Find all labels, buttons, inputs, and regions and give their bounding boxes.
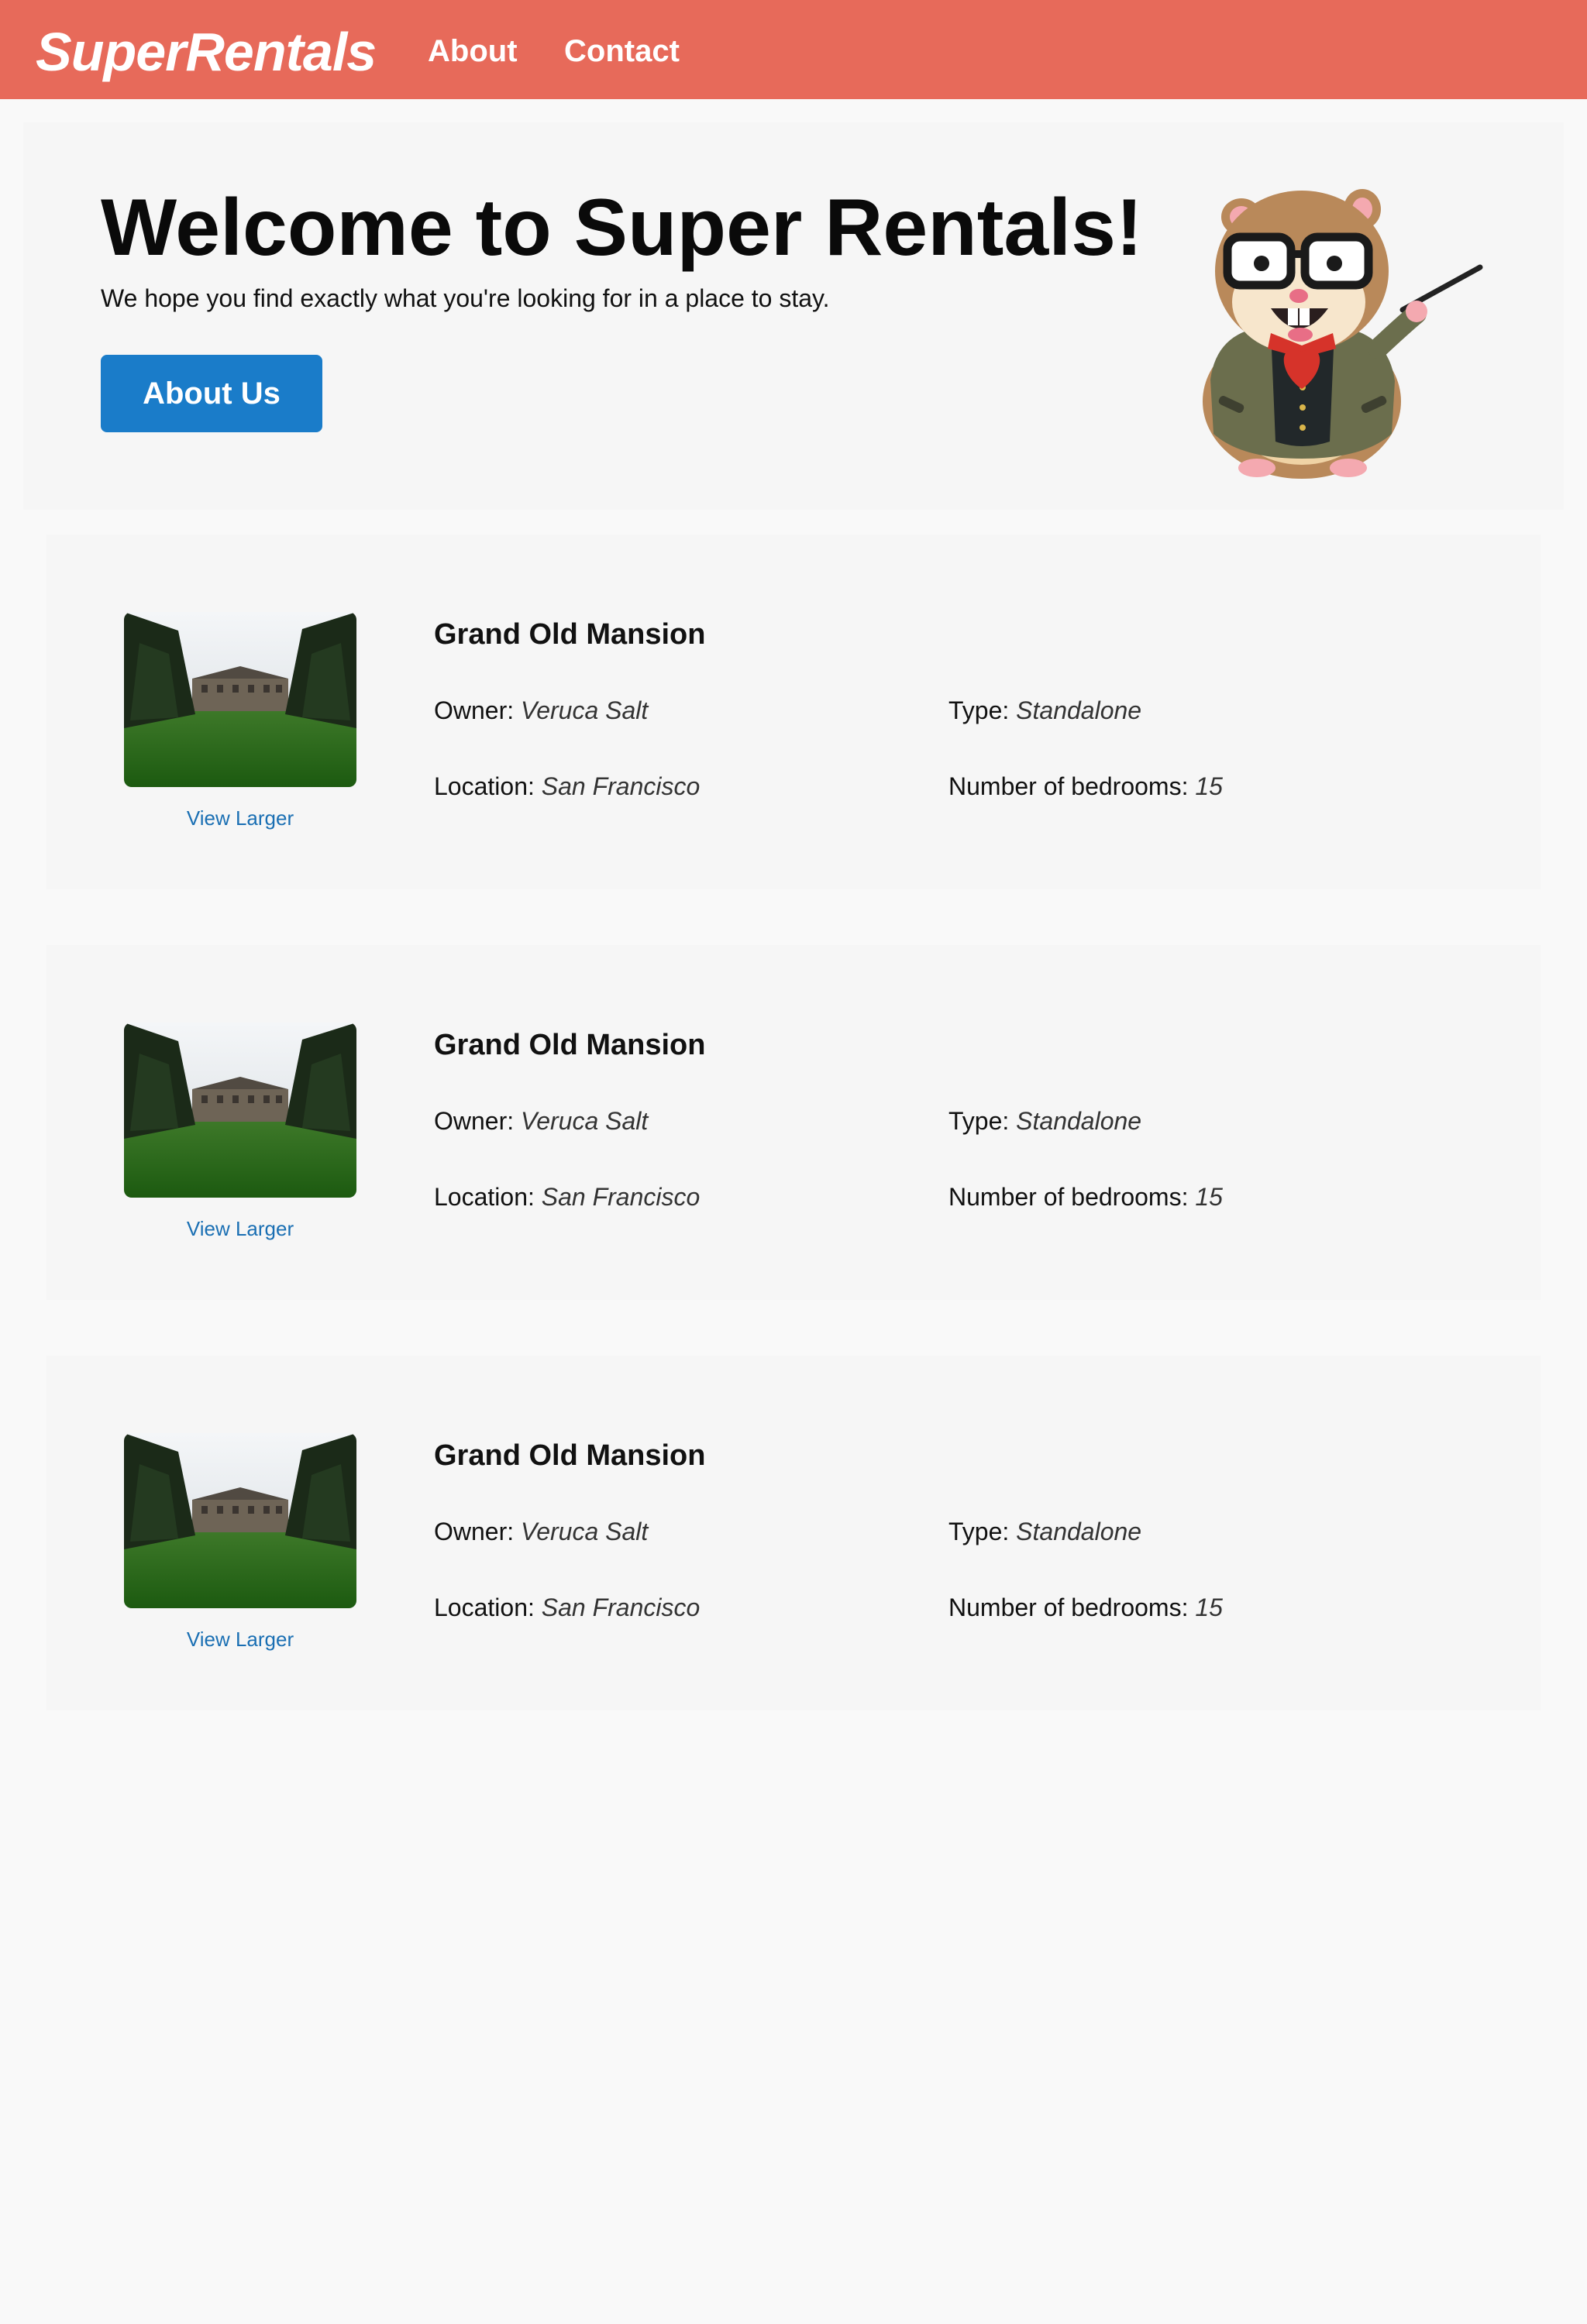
rental-owner: Owner: Veruca Salt	[434, 693, 648, 728]
view-larger-link[interactable]: View Larger	[124, 1215, 356, 1243]
welcome-jumbotron: Welcome to Super Rentals! We hope you fi…	[23, 122, 1564, 510]
rental-card: View Larger Grand Old Mansion Owner: Ver…	[46, 535, 1541, 889]
rental-photo[interactable]	[124, 612, 356, 787]
rental-owner: Owner: Veruca Salt	[434, 1514, 648, 1549]
nav-link-about[interactable]: About	[428, 29, 518, 73]
owner-value: Veruca Salt	[521, 696, 649, 724]
rental-owner: Owner: Veruca Salt	[434, 1103, 648, 1139]
rental-location: Location: San Francisco	[434, 1179, 700, 1215]
type-label: Type:	[948, 1107, 1010, 1135]
welcome-subtitle: We hope you find exactly what you're loo…	[101, 284, 830, 312]
page-title: Welcome to Super Rentals!	[101, 183, 1143, 273]
location-label: Location:	[434, 1183, 535, 1211]
rental-location: Location: San Francisco	[434, 768, 700, 804]
type-label: Type:	[948, 1518, 1010, 1545]
owner-value: Veruca Salt	[521, 1107, 649, 1135]
rental-bedrooms: Number of bedrooms: 15	[948, 1179, 1223, 1215]
bedrooms-value: 15	[1195, 1593, 1223, 1621]
location-label: Location:	[434, 772, 535, 800]
rental-photo[interactable]	[124, 1433, 356, 1608]
rental-bedrooms: Number of bedrooms: 15	[948, 1590, 1223, 1625]
rental-card: View Larger Grand Old Mansion Owner: Ver…	[46, 945, 1541, 1300]
location-value: San Francisco	[541, 772, 701, 800]
site-logo-link[interactable]: SuperRentals	[36, 17, 377, 87]
about-us-button[interactable]: About Us	[101, 355, 322, 432]
rental-title: Grand Old Mansion	[434, 1029, 706, 1061]
location-value: San Francisco	[541, 1183, 701, 1211]
rental-title: Grand Old Mansion	[434, 1439, 706, 1472]
rental-title: Grand Old Mansion	[434, 618, 706, 651]
view-larger-link[interactable]: View Larger	[124, 804, 356, 832]
location-label: Location:	[434, 1593, 535, 1621]
rental-photo[interactable]	[124, 1023, 356, 1198]
view-larger-link[interactable]: View Larger	[124, 1625, 356, 1653]
rental-card: View Larger Grand Old Mansion Owner: Ver…	[46, 1356, 1541, 1710]
owner-label: Owner:	[434, 1107, 515, 1135]
bedrooms-value: 15	[1195, 1183, 1223, 1211]
rental-type: Type: Standalone	[948, 1103, 1141, 1139]
type-value: Standalone	[1016, 1518, 1142, 1545]
type-value: Standalone	[1016, 1107, 1142, 1135]
owner-value: Veruca Salt	[521, 1518, 649, 1545]
rental-bedrooms: Number of bedrooms: 15	[948, 768, 1223, 804]
rental-type: Type: Standalone	[948, 1514, 1141, 1549]
type-label: Type:	[948, 696, 1010, 724]
bedrooms-label: Number of bedrooms:	[948, 1183, 1189, 1211]
type-value: Standalone	[1016, 696, 1142, 724]
rental-location: Location: San Francisco	[434, 1590, 700, 1625]
nav-link-contact[interactable]: Contact	[564, 29, 680, 73]
owner-label: Owner:	[434, 696, 515, 724]
bedrooms-label: Number of bedrooms:	[948, 772, 1189, 800]
owner-label: Owner:	[434, 1518, 515, 1545]
rental-type: Type: Standalone	[948, 693, 1141, 728]
location-value: San Francisco	[541, 1593, 701, 1621]
bedrooms-label: Number of bedrooms:	[948, 1593, 1189, 1621]
bedrooms-value: 15	[1195, 772, 1223, 800]
tomster-hamster-icon	[1203, 189, 1483, 479]
top-navbar: SuperRentals About Contact	[0, 0, 1587, 99]
